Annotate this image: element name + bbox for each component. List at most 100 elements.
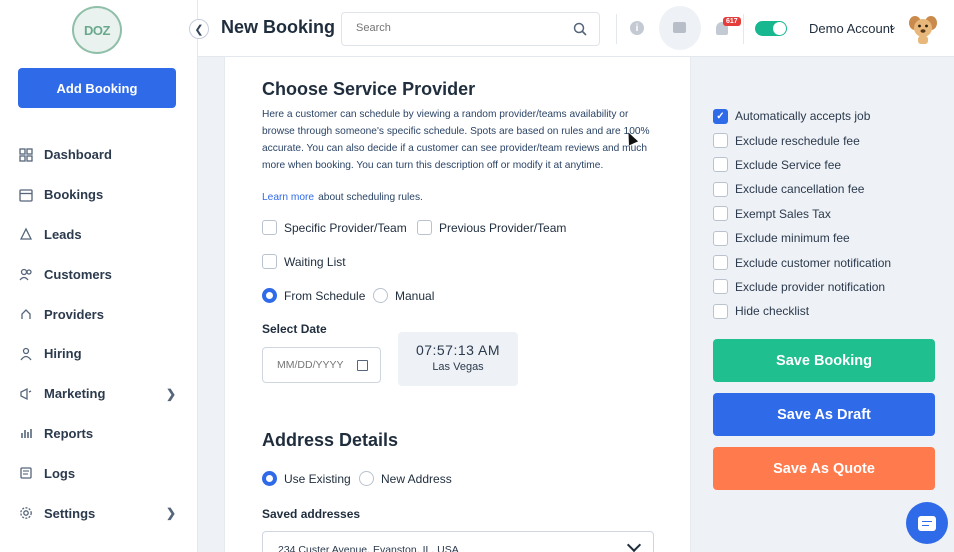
date-field bbox=[262, 347, 381, 383]
sidebar: DOZ Add Booking Dashboard Bookings Leads… bbox=[0, 0, 198, 552]
exclude-cancellation-checkbox[interactable] bbox=[713, 181, 728, 197]
sidebar-item-label: Marketing bbox=[44, 386, 106, 402]
exempt-sales-tax-checkbox[interactable] bbox=[713, 206, 728, 222]
search-icon[interactable] bbox=[573, 22, 587, 36]
calendar-icon[interactable] bbox=[357, 360, 368, 371]
option-exclude-customer-notification[interactable]: Exclude customer notification bbox=[713, 250, 891, 274]
sidebar-item-label: Customers bbox=[44, 266, 112, 282]
exclude-reschedule-checkbox[interactable] bbox=[713, 133, 728, 149]
radio-label: Use Existing bbox=[284, 471, 351, 486]
manual-radio[interactable] bbox=[373, 288, 388, 303]
account-name[interactable]: Demo Account bbox=[809, 21, 894, 36]
sidebar-item-dashboard[interactable]: Dashboard bbox=[0, 135, 198, 175]
from-schedule-radio[interactable] bbox=[262, 288, 277, 303]
exclude-minimum-fee-checkbox[interactable] bbox=[713, 230, 728, 246]
sidebar-item-label: Bookings bbox=[44, 187, 104, 203]
chevron-down-icon bbox=[626, 537, 642, 552]
chevron-right-icon[interactable]: ❯ bbox=[166, 506, 176, 520]
marketing-icon bbox=[18, 387, 34, 401]
waiting-list-checkbox-row[interactable]: Waiting List bbox=[262, 254, 346, 269]
save-as-quote-button[interactable]: Save As Quote bbox=[713, 447, 935, 490]
option-exempt-sales-tax[interactable]: Exempt Sales Tax bbox=[713, 202, 891, 226]
waiting-list-checkbox[interactable] bbox=[262, 254, 277, 269]
previous-provider-checkbox[interactable] bbox=[417, 220, 432, 235]
option-label: Exclude minimum fee bbox=[735, 231, 850, 246]
option-exclude-minimum-fee[interactable]: Exclude minimum fee bbox=[713, 226, 891, 250]
sidebar-item-marketing[interactable]: Marketing ❯ bbox=[0, 374, 198, 414]
logs-icon bbox=[18, 466, 34, 480]
date-input[interactable] bbox=[277, 359, 355, 371]
new-address-radio[interactable] bbox=[359, 471, 374, 486]
option-hide-checklist[interactable]: Hide checklist bbox=[713, 299, 891, 323]
sidebar-item-hiring[interactable]: Hiring bbox=[0, 334, 198, 374]
status-toggle[interactable] bbox=[755, 21, 787, 36]
radio-label: From Schedule bbox=[284, 288, 366, 303]
sidebar-item-customers[interactable]: Customers bbox=[0, 254, 198, 294]
use-existing-radio[interactable] bbox=[262, 471, 277, 486]
avatar[interactable] bbox=[907, 13, 939, 45]
option-auto-accept[interactable]: ✓ Automatically accepts job bbox=[713, 104, 891, 128]
radio-label: Manual bbox=[395, 288, 435, 303]
sidebar-item-reports[interactable]: Reports bbox=[0, 414, 198, 454]
hiring-icon bbox=[18, 347, 34, 361]
chevron-down-icon[interactable]: ⌄ bbox=[888, 20, 897, 33]
sidebar-item-label: Hiring bbox=[44, 346, 82, 362]
specific-provider-checkbox[interactable] bbox=[262, 220, 277, 235]
search-input[interactable] bbox=[356, 22, 556, 34]
sidebar-item-settings[interactable]: Settings ❯ bbox=[0, 493, 198, 533]
sidebar-item-bookings[interactable]: Bookings bbox=[0, 175, 198, 215]
provider-description: Here a customer can schedule by viewing … bbox=[262, 109, 650, 171]
option-label: Exclude Service fee bbox=[735, 157, 842, 172]
chat-support-button[interactable] bbox=[906, 502, 948, 544]
use-existing-radio-row[interactable]: Use Existing bbox=[262, 471, 351, 486]
section-title-provider: Choose Service Provider bbox=[262, 79, 476, 99]
company-logo[interactable]: DOZ bbox=[72, 6, 122, 54]
option-exclude-reschedule[interactable]: Exclude reschedule fee bbox=[713, 128, 891, 152]
option-label: Hide checklist bbox=[735, 304, 810, 319]
save-as-draft-button[interactable]: Save As Draft bbox=[713, 393, 935, 436]
settings-icon bbox=[18, 506, 34, 520]
booking-form-card: Choose Service Provider Here a customer … bbox=[224, 57, 691, 552]
checkbox-label: Previous Provider/Team bbox=[439, 220, 567, 235]
customers-icon bbox=[18, 267, 34, 281]
reports-icon bbox=[18, 426, 34, 440]
sidebar-item-leads[interactable]: Leads bbox=[0, 215, 198, 255]
sidebar-item-logs[interactable]: Logs bbox=[0, 453, 198, 493]
leads-icon bbox=[18, 227, 34, 241]
specific-provider-checkbox-row[interactable]: Specific Provider/Team bbox=[262, 220, 407, 235]
option-exclude-service-fee[interactable]: Exclude Service fee bbox=[713, 153, 891, 177]
add-booking-button[interactable]: Add Booking bbox=[18, 68, 176, 108]
checkbox-label: Waiting List bbox=[284, 254, 346, 269]
option-label: Exclude customer notification bbox=[735, 255, 892, 270]
toggle-knob bbox=[773, 22, 786, 35]
saved-address-select[interactable]: 234 Custer Avenue, Evanston, IL, USA bbox=[262, 531, 654, 552]
chat-icon bbox=[918, 515, 936, 531]
exclude-provider-notification-checkbox[interactable] bbox=[713, 279, 728, 295]
saved-address-value: 234 Custer Avenue, Evanston, IL, USA bbox=[278, 544, 459, 552]
learn-more-link[interactable]: Learn more bbox=[262, 192, 314, 203]
hide-checklist-checkbox[interactable] bbox=[713, 303, 728, 319]
option-label: Exclude reschedule fee bbox=[735, 133, 860, 148]
info-icon[interactable]: i bbox=[630, 21, 644, 35]
sidebar-item-label: Providers bbox=[44, 306, 104, 322]
exclude-customer-notification-checkbox[interactable] bbox=[713, 255, 728, 271]
providers-icon bbox=[18, 307, 34, 321]
manual-radio-row[interactable]: Manual bbox=[373, 288, 434, 303]
dashboard-icon bbox=[18, 148, 34, 162]
collapse-sidebar-button[interactable]: ❮ bbox=[189, 19, 209, 39]
chevron-left-icon: ❮ bbox=[194, 23, 204, 36]
previous-provider-checkbox-row[interactable]: Previous Provider/Team bbox=[417, 220, 566, 235]
option-exclude-cancellation[interactable]: Exclude cancellation fee bbox=[713, 177, 891, 201]
sidebar-item-providers[interactable]: Providers bbox=[0, 294, 198, 334]
new-address-radio-row[interactable]: New Address bbox=[359, 471, 452, 486]
booking-options: ✓ Automatically accepts job Exclude resch… bbox=[713, 104, 891, 324]
auto-accept-checkbox[interactable]: ✓ bbox=[713, 108, 728, 124]
option-label: Automatically accepts job bbox=[735, 109, 871, 124]
divider bbox=[616, 14, 617, 44]
sidebar-nav: Dashboard Bookings Leads Customers Provi… bbox=[0, 135, 198, 533]
exclude-service-fee-checkbox[interactable] bbox=[713, 157, 728, 173]
from-schedule-radio-row[interactable]: From Schedule bbox=[262, 288, 365, 303]
save-booking-button[interactable]: Save Booking bbox=[713, 339, 935, 382]
chevron-right-icon[interactable]: ❯ bbox=[166, 387, 176, 401]
option-exclude-provider-notification[interactable]: Exclude provider notification bbox=[713, 275, 891, 299]
